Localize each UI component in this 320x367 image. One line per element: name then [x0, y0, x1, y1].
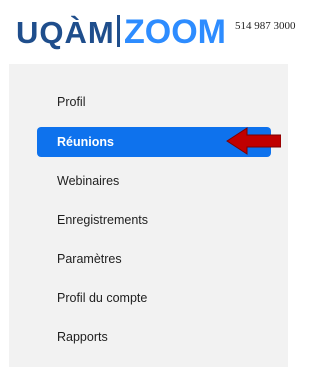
zoom-logo[interactable]: ZOOM: [124, 14, 226, 50]
uqam-logo[interactable]: UQÀM: [16, 16, 115, 50]
phone-number: 514 987 3000: [235, 20, 296, 32]
header: UQÀM ZOOM 514 987 3000: [0, 0, 296, 64]
sidebar-item-enregistrements[interactable]: Enregistrements: [37, 205, 271, 235]
logo-divider: [117, 15, 120, 47]
sidebar-item-profil-du-compte[interactable]: Profil du compte: [37, 283, 271, 313]
red-arrow-left-icon: [226, 127, 281, 155]
sidebar: Profil Réunions Webinaires Enregistremen…: [9, 64, 288, 367]
sidebar-item-parametres[interactable]: Paramètres: [37, 244, 271, 274]
sidebar-item-webinaires[interactable]: Webinaires: [37, 166, 271, 196]
sidebar-item-rapports[interactable]: Rapports: [37, 322, 271, 352]
sidebar-item-profil[interactable]: Profil: [37, 87, 271, 117]
